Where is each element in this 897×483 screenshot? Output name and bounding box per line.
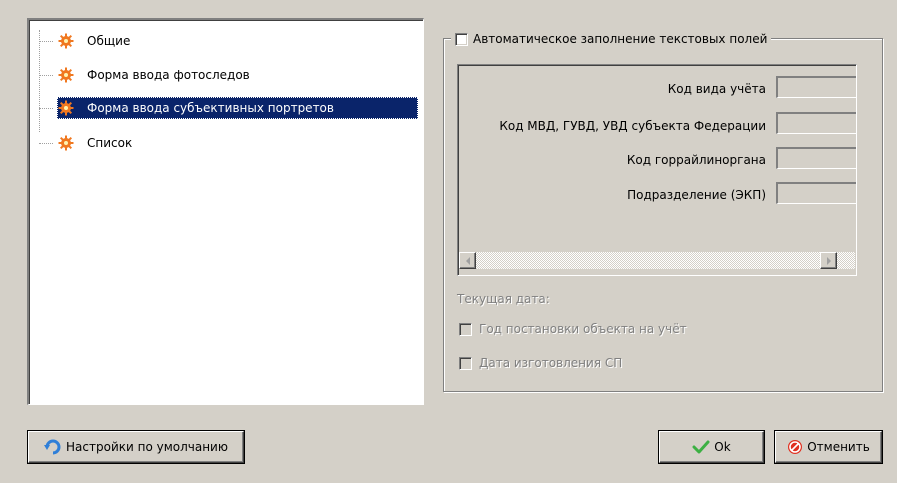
tree-item-photo-traces-form[interactable]: Форма ввода фотоследов (29, 64, 419, 86)
option-registration-year[interactable]: Год постановки объекта на учёт (459, 322, 687, 336)
tree-connector (39, 143, 53, 144)
creation-date-label: Дата изготовления СП (479, 356, 623, 370)
tree-item-label: Список (87, 136, 133, 150)
tree-item-label: Форма ввода субъективных портретов (87, 101, 334, 115)
gear-icon (58, 33, 74, 49)
field-label-account-type-code: Код вида учёта (667, 82, 766, 96)
field-label-division: Подразделение (ЭКП) (627, 188, 766, 202)
option-creation-date[interactable]: Дата изготовления СП (459, 356, 622, 370)
ok-button-label: Ok (714, 440, 731, 454)
defaults-button-label: Настройки по умолчанию (66, 440, 228, 454)
creation-date-checkbox[interactable] (459, 356, 472, 370)
field-label-mvd-code: Код МВД, ГУВД, УВД субъекта Федерации (499, 119, 766, 133)
tree-item-general[interactable]: Общие (29, 30, 419, 52)
tree-item-list[interactable]: Список (29, 132, 419, 154)
gear-icon (58, 100, 74, 116)
autofill-label: Автоматическое заполнение текстовых поле… (473, 32, 768, 46)
cancel-button-label: Отменить (807, 440, 870, 454)
gear-icon (58, 67, 74, 83)
horizontal-scrollbar[interactable] (459, 252, 855, 269)
tree-connector (39, 41, 53, 42)
registration-year-label: Год постановки объекта на учёт (479, 322, 687, 336)
field-label-district-code: Код горрайлиноргана (626, 153, 766, 167)
cancel-button[interactable]: Отменить (775, 431, 882, 463)
tree-item-portraits-form[interactable]: Форма ввода субъективных портретов (29, 97, 419, 119)
scroll-left-button[interactable] (459, 252, 476, 269)
tree-item-label: Общие (87, 34, 131, 48)
autofill-checkbox[interactable] (455, 32, 468, 46)
undo-icon (44, 439, 61, 455)
tree-connector (39, 108, 53, 109)
tree-connector (39, 75, 53, 76)
tree-item-label: Форма ввода фотоследов (87, 68, 250, 82)
settings-tree[interactable]: Общие Форма ввода фотоследов Форма ввода… (27, 18, 424, 405)
defaults-button[interactable]: Настройки по умолчанию (28, 431, 244, 463)
cancel-icon (788, 440, 803, 454)
gear-icon (58, 135, 74, 151)
checkmark-icon (692, 440, 710, 454)
ok-button[interactable]: Ok (659, 431, 764, 463)
autofill-toggle[interactable]: Автоматическое заполнение текстовых поле… (451, 29, 772, 49)
mvd-code-input[interactable] (776, 112, 856, 134)
account-type-code-input[interactable] (776, 76, 856, 98)
current-date-label: Текущая дата: (457, 292, 550, 306)
division-input[interactable] (776, 182, 856, 204)
scroll-right-button[interactable] (820, 252, 837, 269)
registration-year-checkbox[interactable] (459, 322, 472, 336)
arrow-right-icon (826, 256, 831, 265)
autofill-fields-panel: Код вида учёта Код МВД, ГУВД, УВД субъек… (457, 64, 857, 276)
arrow-left-icon (465, 256, 470, 265)
district-code-input[interactable] (776, 147, 856, 169)
